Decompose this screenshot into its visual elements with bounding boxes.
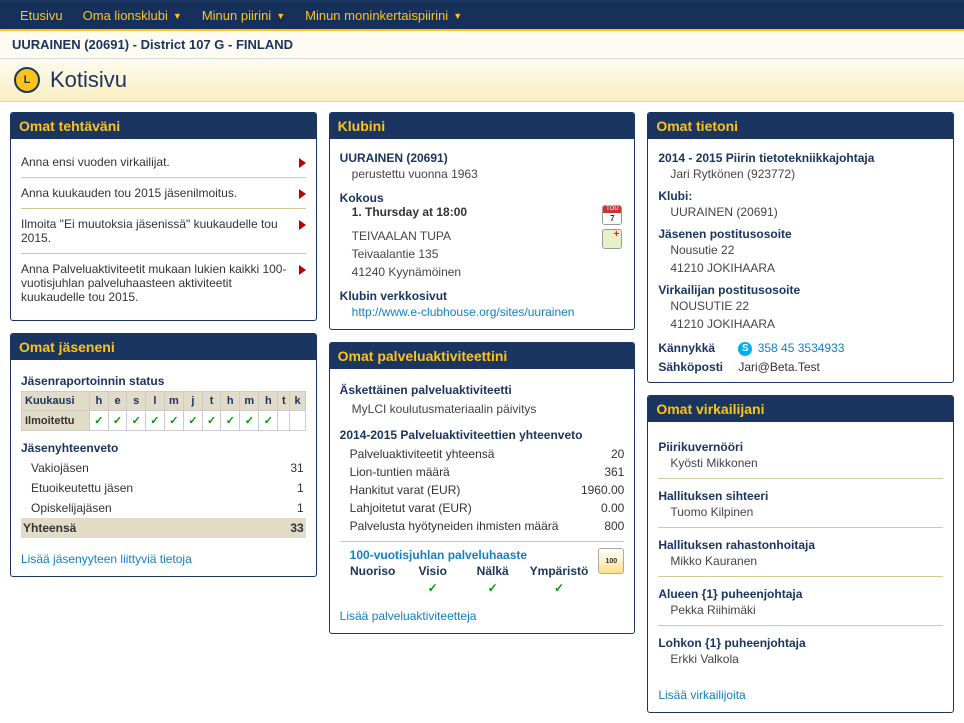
officer-item: Hallituksen sihteeriTuomo Kilpinen: [658, 479, 943, 528]
page-title: Kotisivu: [50, 67, 127, 93]
arrow-right-icon: [299, 220, 306, 230]
officer-item: Lohkon {1} puheenjohtajaErkki Valkola: [658, 626, 943, 674]
centennial-category: Nälkä✓: [470, 564, 516, 595]
centennial-category: Ympäristö✓: [530, 564, 589, 595]
nav-multi-label: Minun moninkertaispiirini: [305, 8, 448, 23]
nav-district-label: Minun piirini: [202, 8, 271, 23]
club-city: 41240 Kyynämöinen: [352, 263, 625, 281]
members-more-link[interactable]: Lisää jäsenyyteen liittyviä tietoja: [21, 552, 192, 566]
info-club-label: Klubi:: [658, 189, 943, 203]
member-report-title: Jäsenraportoinnin status: [21, 374, 306, 388]
panel-activities: Omat palveluaktiviteettini Äskettäinen p…: [329, 342, 636, 634]
activity-summary-title: 2014-2015 Palveluaktiviteettien yhteenve…: [340, 428, 625, 442]
club-website-link[interactable]: http://www.e-clubhouse.org/sites/uuraine…: [352, 305, 575, 319]
info-email: Jari@Beta.Test: [738, 360, 943, 374]
recent-activity-item: MyLCI koulutusmateriaalin päivitys: [352, 400, 625, 418]
task-item[interactable]: Anna kuukauden tou 2015 jäsenilmoitus.: [21, 178, 306, 209]
task-item[interactable]: Anna Palveluaktiviteetit mukaan lukien k…: [21, 254, 306, 312]
panel-activities-header: Omat palveluaktiviteettini: [330, 343, 635, 369]
officer-item: PiirikuvernööriKyösti Mikkonen: [658, 430, 943, 479]
panel-members: Omat jäseneni Jäsenraportoinnin status K…: [10, 333, 317, 577]
task-text: Ilmoita "Ei muutoksia jäsenissä" kuukaud…: [21, 217, 293, 245]
centennial-badge-icon: 100: [598, 548, 624, 574]
activity-row: Palveluaktiviteetit yhteensä20: [350, 445, 625, 463]
panel-officers: Omat virkailijani PiirikuvernööriKyösti …: [647, 395, 954, 713]
info-name: Jari Rytkönen (923772): [670, 165, 943, 183]
officer-item: Hallituksen rahastonhoitajaMikko Kaurane…: [658, 528, 943, 577]
info-mobile[interactable]: 358 45 3534933: [758, 341, 845, 355]
club-meeting-time: 1. Thursday at 18:00: [352, 205, 625, 219]
member-summary-table: Vakiojäsen31Etuoikeutettu jäsen1Opiskeli…: [21, 458, 306, 538]
chevron-down-icon: ▼: [173, 11, 182, 21]
info-mobile-label: Kännykkä: [658, 341, 738, 356]
task-text: Anna Palveluaktiviteetit mukaan lukien k…: [21, 262, 293, 304]
info-member-addr-label: Jäsenen postitusosoite: [658, 227, 943, 241]
officer-item: Alueen {1} puheenjohtajaPekka Riihimäki: [658, 577, 943, 626]
panel-club: Klubini UURAINEN (20691) perustettu vuon…: [329, 112, 636, 330]
info-officer-street: NOUSUTIE 22: [670, 297, 943, 315]
panel-tasks-header: Omat tehtäväni: [11, 113, 316, 139]
map-icon[interactable]: [602, 229, 622, 249]
task-text: Anna kuukauden tou 2015 jäsenilmoitus.: [21, 186, 293, 200]
task-text: Anna ensi vuoden virkailijat.: [21, 155, 293, 169]
lions-logo-icon: L: [14, 67, 40, 93]
club-founded: perustettu vuonna 1963: [352, 165, 625, 183]
club-name: UURAINEN (20691): [340, 151, 625, 165]
officers-more-link[interactable]: Lisää virkailijoita: [658, 688, 745, 702]
panel-members-header: Omat jäseneni: [11, 334, 316, 360]
dashboard: Omat tehtäväni Anna ensi vuoden virkaili…: [0, 102, 964, 723]
panel-info: Omat tietoni 2014 - 2015 Piirin tietotek…: [647, 112, 954, 383]
info-club: UURAINEN (20691): [670, 203, 943, 221]
panel-tasks: Omat tehtäväni Anna ensi vuoden virkaili…: [10, 112, 317, 321]
activity-row: Palvelusta hyötyneiden ihmisten määrä800: [350, 517, 625, 535]
club-venue: TEIVAALAN TUPA: [352, 227, 625, 245]
activity-row: Lahjoitetut varat (EUR)0.00: [350, 499, 625, 517]
cal-day: 7: [603, 213, 621, 224]
info-email-label: Sähköposti: [658, 360, 738, 374]
nav-multi[interactable]: Minun moninkertaispiirini ▼: [295, 2, 472, 29]
nav-district[interactable]: Minun piirini ▼: [192, 2, 295, 29]
arrow-right-icon: [299, 265, 306, 275]
breadcrumb: UURAINEN (20691) - District 107 G - FINL…: [0, 31, 964, 59]
task-item[interactable]: Anna ensi vuoden virkailijat.: [21, 147, 306, 178]
task-item[interactable]: Ilmoita "Ei muutoksia jäsenissä" kuukaud…: [21, 209, 306, 254]
club-street: Teivaalantie 135: [352, 245, 625, 263]
member-summary-title: Jäsenyhteenveto: [21, 441, 306, 455]
centennial-category: Nuoriso: [350, 564, 396, 595]
panel-club-header: Klubini: [330, 113, 635, 139]
chevron-down-icon: ▼: [276, 11, 285, 21]
centennial-link[interactable]: 100-vuotisjuhlan palveluhaaste: [350, 548, 527, 562]
nav-club-label: Oma lionsklubi: [83, 8, 168, 23]
top-nav: Etusivu Oma lionsklubi ▼ Minun piirini ▼ M…: [0, 0, 964, 31]
skype-icon[interactable]: S: [738, 342, 752, 356]
arrow-right-icon: [299, 189, 306, 199]
info-officer-city: 41210 JOKIHAARA: [670, 315, 943, 333]
arrow-right-icon: [299, 158, 306, 168]
info-role: 2014 - 2015 Piirin tietotekniikkajohtaja: [658, 151, 943, 165]
nav-club[interactable]: Oma lionsklubi ▼: [73, 2, 192, 29]
club-website-label: Klubin verkkosivut: [340, 289, 625, 303]
page-title-bar: L Kotisivu: [0, 59, 964, 102]
calendar-icon[interactable]: TOU7: [602, 205, 622, 225]
panel-info-header: Omat tietoni: [648, 113, 953, 139]
centennial-category: Visio✓: [410, 564, 456, 595]
activity-row: Hankitut varat (EUR)1960.00: [350, 481, 625, 499]
member-report-table: KuukausiheslmjthmhtkIlmoitettu✓✓✓✓✓✓✓✓✓✓: [21, 391, 306, 431]
info-member-city: 41210 JOKIHAARA: [670, 259, 943, 277]
cal-month: TOU: [603, 206, 621, 213]
nav-home[interactable]: Etusivu: [10, 2, 73, 29]
club-meeting-label: Kokous: [340, 191, 625, 205]
activities-more-link[interactable]: Lisää palveluaktiviteetteja: [340, 609, 477, 623]
info-member-street: Nousutie 22: [670, 241, 943, 259]
activity-row: Lion-tuntien määrä361: [350, 463, 625, 481]
recent-activity-title: Äskettäinen palveluaktiviteetti: [340, 383, 625, 397]
chevron-down-icon: ▼: [453, 11, 462, 21]
panel-officers-header: Omat virkailijani: [648, 396, 953, 422]
info-officer-addr-label: Virkailijan postitusosoite: [658, 283, 943, 297]
